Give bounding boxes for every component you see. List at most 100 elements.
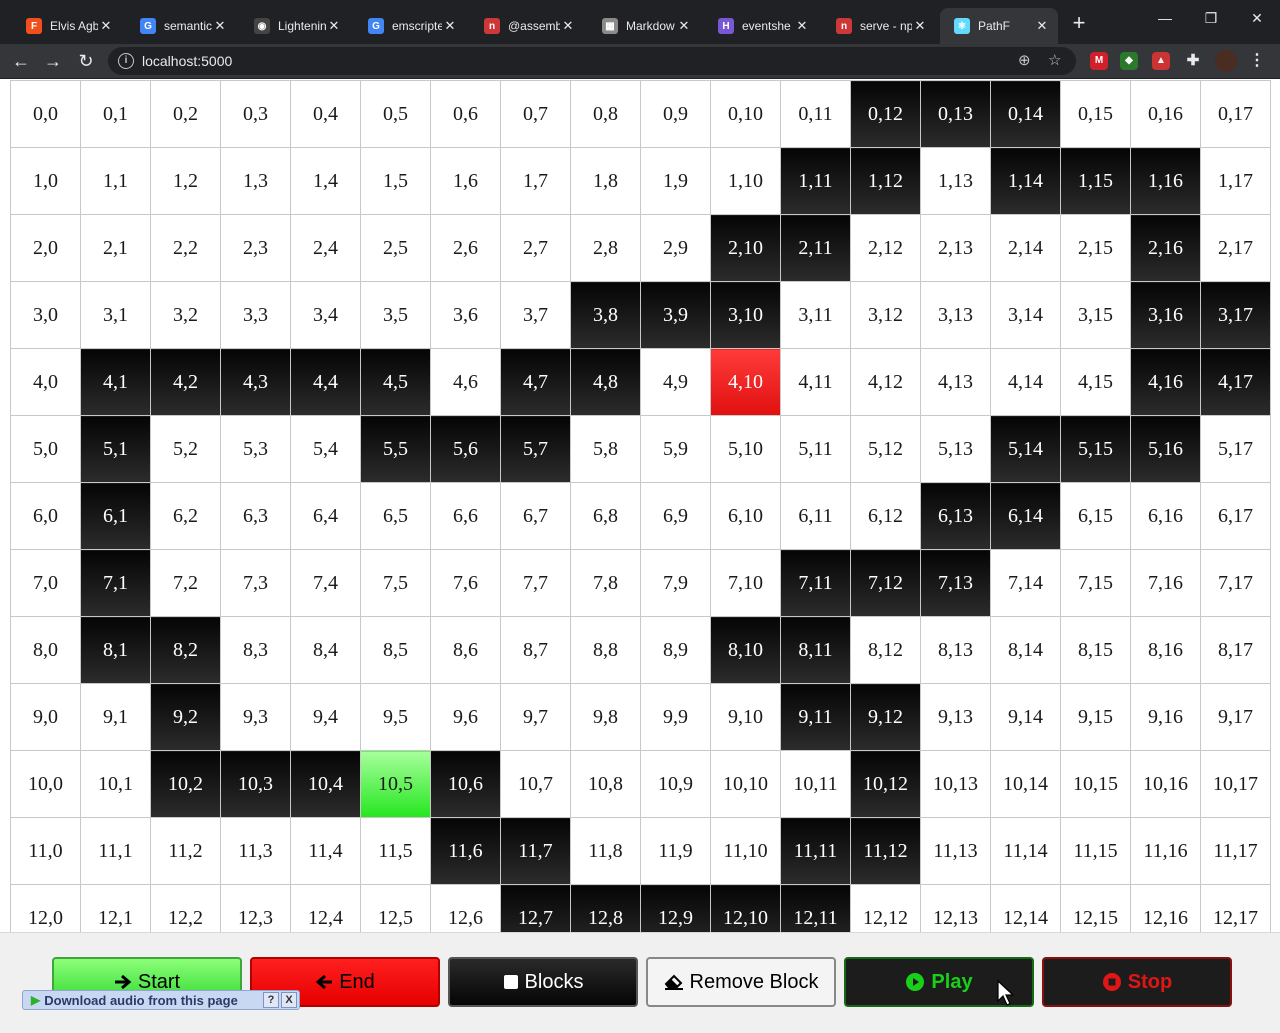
grid-cell[interactable]: 9,1 (80, 683, 151, 751)
help-button[interactable]: ? (263, 992, 279, 1008)
grid-cell[interactable]: 7,17 (1200, 549, 1271, 617)
grid-cell[interactable]: 2,3 (220, 214, 291, 282)
grid-cell[interactable]: 7,7 (500, 549, 571, 617)
close-tab-icon[interactable]: ✕ (442, 18, 458, 34)
grid-cell[interactable]: 1,10 (710, 147, 781, 215)
grid-cell[interactable]: 10,17 (1200, 750, 1271, 818)
grid-cell-block[interactable]: 7,13 (920, 549, 991, 617)
grid-cell[interactable]: 9,6 (430, 683, 501, 751)
grid-cell[interactable]: 10,15 (1060, 750, 1131, 818)
grid-cell[interactable]: 1,2 (150, 147, 221, 215)
grid-cell[interactable]: 8,13 (920, 616, 991, 684)
grid-cell-block[interactable]: 1,11 (780, 147, 851, 215)
grid-cell[interactable]: 0,3 (220, 80, 291, 148)
grid-cell[interactable]: 5,4 (290, 415, 361, 483)
grid-cell-block[interactable]: 5,7 (500, 415, 571, 483)
grid-cell[interactable]: 3,5 (360, 281, 431, 349)
grid-cell[interactable]: 12,16 (1130, 884, 1201, 932)
grid-cell[interactable]: 12,5 (360, 884, 431, 932)
grid-cell[interactable]: 1,0 (10, 147, 81, 215)
grid-cell[interactable]: 6,3 (220, 482, 291, 550)
grid-cell[interactable]: 6,12 (850, 482, 921, 550)
browser-tab[interactable]: F Elvis Agbe✕ (12, 8, 122, 44)
grid-cell[interactable]: 8,0 (10, 616, 81, 684)
grid-cell[interactable]: 1,8 (570, 147, 641, 215)
grid-cell[interactable]: 2,2 (150, 214, 221, 282)
grid-cell[interactable]: 6,11 (780, 482, 851, 550)
grid-cell[interactable]: 8,5 (360, 616, 431, 684)
grid-cell[interactable]: 1,17 (1200, 147, 1271, 215)
grid-cell-block[interactable]: 10,2 (150, 750, 221, 818)
grid-cell-block[interactable]: 4,5 (360, 348, 431, 416)
grid-cell[interactable]: 4,15 (1060, 348, 1131, 416)
minimize-button[interactable]: — (1150, 10, 1180, 26)
grid-cell[interactable]: 6,10 (710, 482, 781, 550)
grid-cell[interactable]: 9,7 (500, 683, 571, 751)
grid-cell[interactable]: 2,0 (10, 214, 81, 282)
grid-cell-block[interactable]: 5,15 (1060, 415, 1131, 483)
grid-cell-block[interactable]: 4,4 (290, 348, 361, 416)
grid-cell-block[interactable]: 5,16 (1130, 415, 1201, 483)
address-bar[interactable]: i localhost:5000 ⊕ ☆ (108, 47, 1076, 75)
grid-cell[interactable]: 1,7 (500, 147, 571, 215)
grid-cell[interactable]: 5,11 (780, 415, 851, 483)
profile-avatar[interactable] (1215, 50, 1237, 72)
grid-cell[interactable]: 3,1 (80, 281, 151, 349)
grid-cell[interactable]: 12,4 (290, 884, 361, 932)
grid-cell[interactable]: 2,15 (1060, 214, 1131, 282)
grid-cell-block[interactable]: 0,13 (920, 80, 991, 148)
grid-cell[interactable]: 12,14 (990, 884, 1061, 932)
browser-tab[interactable]: ⚛ PathF ✕ (940, 8, 1058, 44)
grid-cell-block[interactable]: 4,3 (220, 348, 291, 416)
grid-cell[interactable]: 7,15 (1060, 549, 1131, 617)
grid-cell[interactable]: 12,13 (920, 884, 991, 932)
grid-cell[interactable]: 5,10 (710, 415, 781, 483)
grid-cell[interactable]: 3,15 (1060, 281, 1131, 349)
close-tab-icon[interactable]: ✕ (794, 18, 810, 34)
grid-cell[interactable]: 9,10 (710, 683, 781, 751)
grid-cell-block[interactable]: 12,8 (570, 884, 641, 932)
grid-cell-end[interactable]: 4,10 (710, 348, 781, 416)
grid-cell[interactable]: 12,1 (80, 884, 151, 932)
grid-cell[interactable]: 5,3 (220, 415, 291, 483)
grid-cell[interactable]: 4,12 (850, 348, 921, 416)
grid-cell[interactable]: 9,13 (920, 683, 991, 751)
grid-cell[interactable]: 1,4 (290, 147, 361, 215)
close-tab-icon[interactable]: ✕ (326, 18, 342, 34)
grid-cell[interactable]: 1,3 (220, 147, 291, 215)
grid-cell[interactable]: 11,8 (570, 817, 641, 885)
grid-cell[interactable]: 11,9 (640, 817, 711, 885)
grid-cell[interactable]: 3,7 (500, 281, 571, 349)
grid-cell[interactable]: 1,6 (430, 147, 501, 215)
grid-cell-block[interactable]: 8,1 (80, 616, 151, 684)
grid-cell[interactable]: 1,5 (360, 147, 431, 215)
grid-cell[interactable]: 7,9 (640, 549, 711, 617)
grid-cell[interactable]: 9,17 (1200, 683, 1271, 751)
grid-cell[interactable]: 12,3 (220, 884, 291, 932)
grid-cell[interactable]: 4,11 (780, 348, 851, 416)
grid-cell-block[interactable]: 11,12 (850, 817, 921, 885)
grid-cell[interactable]: 7,2 (150, 549, 221, 617)
close-tab-icon[interactable]: ✕ (676, 18, 692, 34)
zoom-icon[interactable]: ⊕ (1018, 51, 1031, 69)
grid-cell-block[interactable]: 2,11 (780, 214, 851, 282)
grid-cell[interactable]: 11,5 (360, 817, 431, 885)
grid-cell[interactable]: 7,4 (290, 549, 361, 617)
extension-green-icon[interactable]: ◆ (1120, 52, 1138, 70)
grid-cell-block[interactable]: 0,14 (990, 80, 1061, 148)
download-audio-text[interactable]: Download audio from this page (44, 993, 263, 1008)
grid-cell[interactable]: 10,10 (710, 750, 781, 818)
grid-cell[interactable]: 10,11 (780, 750, 851, 818)
grid-cell[interactable]: 8,15 (1060, 616, 1131, 684)
grid-cell[interactable]: 7,14 (990, 549, 1061, 617)
grid-cell-block[interactable]: 4,2 (150, 348, 221, 416)
grid-cell[interactable]: 5,2 (150, 415, 221, 483)
grid-cell-block[interactable]: 10,12 (850, 750, 921, 818)
grid-cell[interactable]: 12,15 (1060, 884, 1131, 932)
bookmark-star-icon[interactable]: ☆ (1048, 51, 1061, 69)
grid-cell[interactable]: 7,8 (570, 549, 641, 617)
browser-tab[interactable]: ▦ Markdow ✕ (588, 8, 700, 44)
grid-cell[interactable]: 1,1 (80, 147, 151, 215)
grid-cell[interactable]: 2,4 (290, 214, 361, 282)
grid-cell[interactable]: 6,7 (500, 482, 571, 550)
